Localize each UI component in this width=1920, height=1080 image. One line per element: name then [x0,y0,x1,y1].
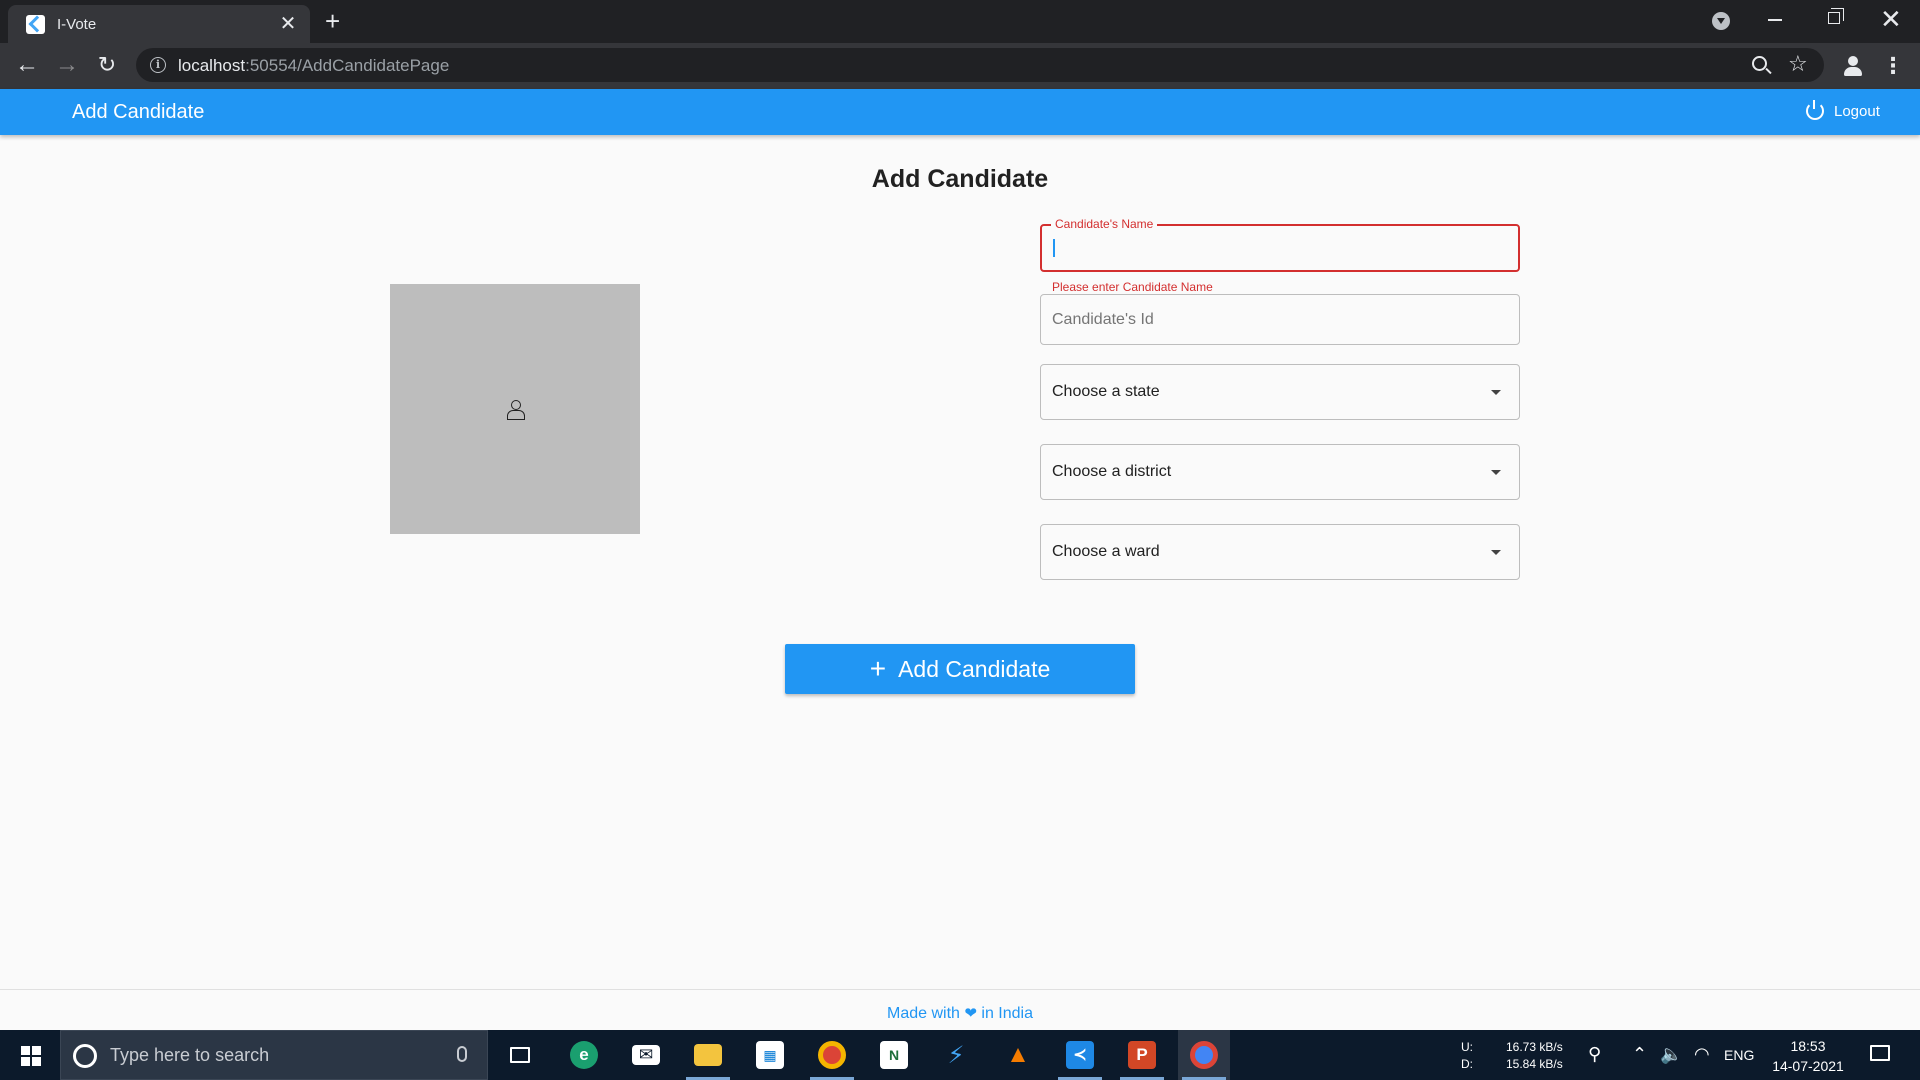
logout-label: Logout [1834,102,1880,120]
task-view-icon[interactable] [494,1030,546,1080]
browser-toolbar: ← → ↻ i localhost:50554/AddCandidatePage… [0,43,1920,89]
tab-title: I-Vote [57,15,97,33]
footer: Made with ❤ in India [0,989,1920,1030]
clock-date: 14-07-2021 [1772,1058,1844,1074]
vscode-icon[interactable]: ≺ [1054,1030,1106,1080]
taskbar-search-placeholder: Type here to search [110,1045,270,1065]
candidate-name-error: Please enter Candidate Name [1052,280,1213,294]
page-title: Add Candidate [871,165,1049,193]
cortana-icon [73,1044,97,1068]
text-caret [1053,239,1055,257]
chrome-icon[interactable] [1178,1030,1230,1080]
candidate-id-placeholder: Candidate's Id [1052,311,1154,328]
wifi-icon[interactable]: ◠ [1694,1044,1710,1065]
footer-text-after: in India [976,1005,1033,1022]
power-icon [1806,100,1824,120]
candidate-id-input[interactable]: Candidate's Id [1040,294,1520,345]
vlc-icon[interactable]: ▲ [992,1030,1044,1080]
windows-start-icon[interactable] [21,1046,41,1066]
ward-dropdown[interactable]: Choose a ward [1040,524,1520,580]
heart-icon: ❤ [964,1005,977,1022]
network-speed-meter: U: 16.73 kB/s D: 15.84 kB/s [1461,1040,1563,1071]
tab-close-icon[interactable]: ✕ [278,14,298,34]
app-bar: Add Candidate Logout [0,89,1920,135]
logout-button[interactable]: Logout [1806,100,1880,120]
taskbar-search-box[interactable]: Type here to search [60,1030,488,1080]
state-dropdown-label: Choose a state [1052,383,1160,400]
bookmark-star-icon[interactable]: ☆ [1788,51,1808,77]
flutter-favicon-icon [26,14,45,34]
candidate-photo-picker[interactable] [390,284,640,534]
candidate-name-label: Candidate's Name [1051,217,1158,231]
footer-text-before: Made with [887,1005,965,1022]
forward-arrow-icon[interactable]: → [52,50,82,80]
browser-menu-icon[interactable]: ⋮ [1882,51,1904,81]
window-restore-button[interactable] [1828,8,1844,24]
edge-icon[interactable]: e [558,1030,610,1080]
dropdown-arrow-icon [1491,470,1501,475]
clock-time: 18:53 [1790,1038,1826,1054]
browser-titlebar: I-Vote ✕ + ✕ [0,0,1920,43]
person-icon [507,400,525,420]
microphone-icon[interactable] [457,1046,467,1062]
add-candidate-button[interactable]: + Add Candidate [785,644,1135,694]
plus-icon: + [869,653,887,684]
candidate-name-input[interactable]: Candidate's Name [1040,217,1520,272]
system-clock[interactable]: 18:53 14-07-2021 [1770,1036,1846,1076]
back-arrow-icon[interactable]: ← [12,50,42,80]
state-dropdown[interactable]: Choose a state [1040,364,1520,420]
district-dropdown-label: Choose a district [1052,463,1172,480]
notepad-plus-icon[interactable]: N [868,1030,920,1080]
address-bar[interactable]: i localhost:50554/AddCandidatePage ☆ [136,48,1824,82]
profile-avatar-icon[interactable] [1842,55,1864,77]
notification-center-icon[interactable] [1870,1045,1890,1061]
window-close-button[interactable]: ✕ [1880,5,1902,33]
zoom-icon[interactable] [1752,56,1767,71]
app-bar-title: Add Candidate [72,101,205,123]
reload-icon[interactable]: ↻ [92,50,122,80]
chrome-profile-icon[interactable] [806,1030,858,1080]
dropdown-arrow-icon [1491,550,1501,555]
new-tab-button[interactable]: + [325,7,340,35]
district-dropdown[interactable]: Choose a district [1040,444,1520,500]
flutter-icon[interactable]: ⚡ [930,1030,982,1080]
volume-icon[interactable]: 🔈 [1660,1044,1682,1065]
input-language[interactable]: ENG [1724,1047,1754,1063]
ward-dropdown-label: Choose a ward [1052,543,1160,560]
file-explorer-icon[interactable] [682,1030,734,1080]
people-icon[interactable]: ⚲ [1588,1044,1601,1065]
tab-search-icon[interactable] [1712,12,1730,30]
window-minimize-button[interactable] [1768,19,1782,21]
add-candidate-button-label: Add Candidate [898,655,1051,682]
dropdown-arrow-icon [1491,390,1501,395]
browser-tab-ivote[interactable]: I-Vote ✕ [8,5,310,43]
mail-icon[interactable]: ✉ [620,1030,672,1080]
powerpoint-icon[interactable]: P [1116,1030,1168,1080]
tray-chevron-up-icon[interactable]: ⌃ [1632,1044,1647,1065]
url-text[interactable]: localhost:50554/AddCandidatePage [178,56,449,76]
windows-taskbar: Type here to search e ✉ ▦ N ⚡ ▲ ≺ P U: 16… [0,1030,1920,1080]
site-info-icon[interactable]: i [150,57,166,73]
store-icon[interactable]: ▦ [744,1030,796,1080]
